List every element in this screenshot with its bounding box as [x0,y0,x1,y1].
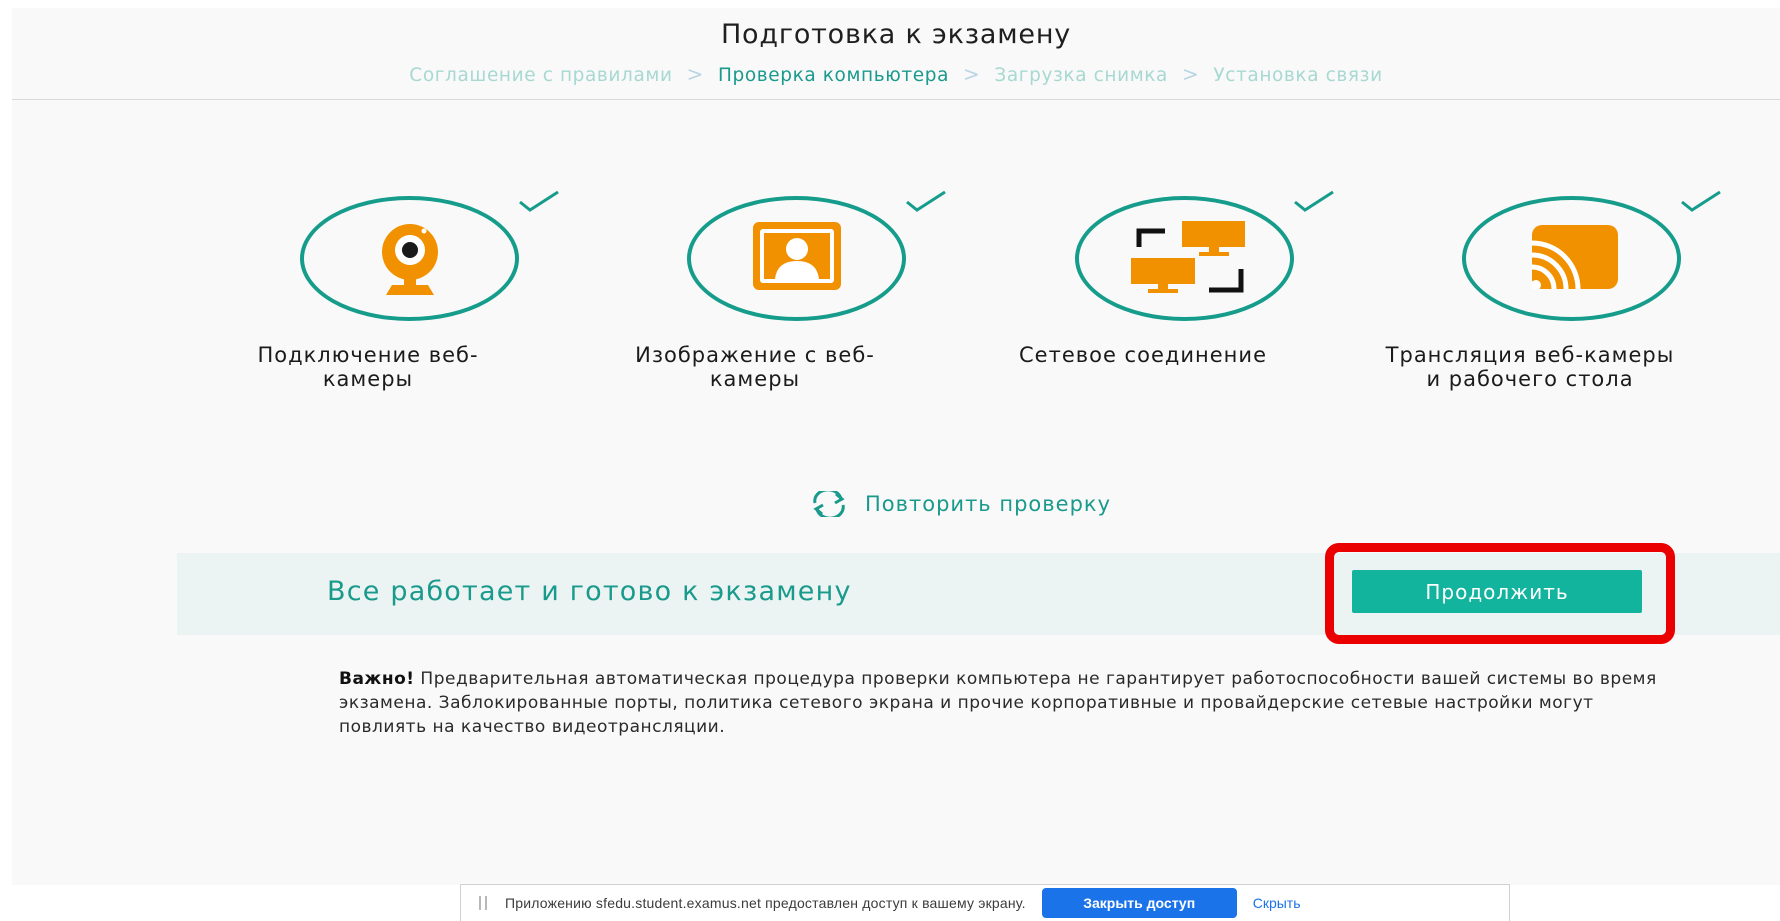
continue-button[interactable]: Продолжить [1352,570,1642,613]
important-notice: Важно! Предварительная автоматическая пр… [339,667,1659,739]
breadcrumb-separator: > [1182,62,1200,86]
stop-sharing-button[interactable]: Закрыть доступ [1041,888,1237,918]
breadcrumb-step-connection: Установка связи [1213,65,1383,86]
check-label: Подключение веб-камеры [257,343,479,391]
status-message: Все работает и готово к экзамену [327,576,852,607]
page-title: Подготовка к экзамену [720,19,1072,50]
breadcrumb: Соглашение с правилами > Проверка компьюте… [12,62,1780,86]
check-indicator [1462,190,1721,321]
check-indicator [687,190,946,321]
check-label: Сетевое соединение [1019,343,1267,367]
user-portrait-icon [753,222,841,290]
checkmark-icon [1681,190,1721,212]
checkmark-icon [906,190,946,212]
checkmark-icon [1294,190,1334,212]
check-label: Трансляция веб-камеры и рабочего стола [1385,343,1675,391]
breadcrumb-step-computer-check: Проверка компьютера [717,65,950,86]
webcam-icon [382,224,438,295]
hide-bar-link[interactable]: Скрыть [1253,895,1301,911]
check-indicator [1075,190,1334,321]
notice-text: Предварительная автоматическая процедура… [339,669,1657,737]
breadcrumb-step-snapshot: Загрузка снимка [994,65,1168,86]
screen-share-message: Приложению sfedu.student.examus.net пред… [505,895,1026,911]
notice-bold-label: Важно! [339,669,415,689]
check-label: Изображение с веб-камеры [635,343,875,391]
checkmark-icon [519,190,559,212]
breadcrumb-separator: > [686,62,704,86]
page-header: Подготовка к экзамену Соглашение с прави… [12,8,1780,100]
repeat-check-button[interactable]: Повторить проверку [809,489,1111,519]
drag-handle-icon[interactable] [479,896,487,910]
network-monitors-icon [1131,221,1245,293]
check-indicator [300,190,559,321]
refresh-icon [813,491,845,517]
exam-prep-page: Подготовка к экзамену Соглашение с прави… [12,8,1780,885]
status-bar: Все работает и готово к экзамену Продолж… [177,543,1780,644]
repeat-check-label: Повторить проверку [865,492,1112,516]
screen-share-bar: Приложению sfedu.student.examus.net пред… [460,884,1510,921]
breadcrumb-step-rules: Соглашение с правилами [409,65,673,86]
cast-icon [1531,225,1618,290]
breadcrumb-separator: > [963,62,981,86]
